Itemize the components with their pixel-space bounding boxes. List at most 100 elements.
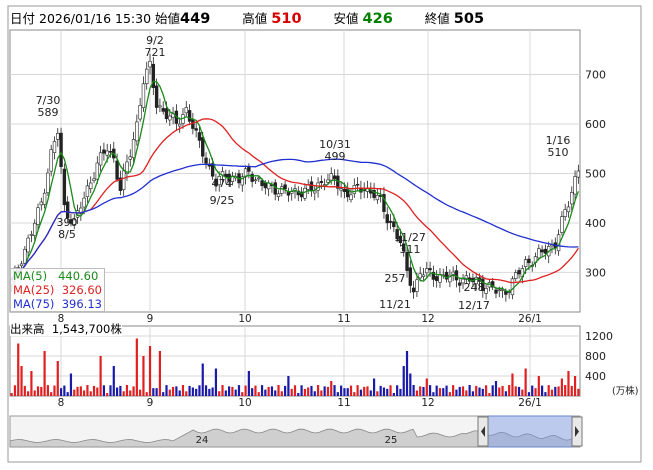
volume-bar [247, 371, 250, 396]
volume-bar [415, 390, 419, 396]
volume-bar [198, 385, 201, 396]
volume-bar [297, 392, 300, 396]
annotation-value: 311 [400, 243, 421, 256]
low-value: 426 [362, 11, 393, 27]
candle-up [514, 272, 518, 279]
volume-bar [340, 385, 343, 396]
volume-bar [96, 387, 99, 396]
candle-up [184, 107, 188, 114]
volume-bar [53, 385, 56, 396]
volume-bar [171, 386, 175, 396]
volume-bar [168, 389, 171, 396]
candle-down [102, 149, 106, 154]
navigator-window [487, 415, 573, 448]
volume-bar [504, 391, 507, 396]
candle-up [266, 182, 271, 190]
volume-bar [564, 385, 567, 396]
candle-down [210, 163, 215, 177]
candle-down [164, 108, 169, 120]
candle-up [56, 132, 60, 140]
volume-bar [13, 385, 17, 396]
volume-bar [251, 388, 254, 396]
y-tick-label: 700 [585, 69, 606, 82]
volume-bar [557, 386, 560, 396]
volume-bar [320, 390, 323, 396]
volume-bar [363, 386, 366, 396]
annotation-date: 11/21 [379, 298, 411, 311]
volume-bar [257, 392, 260, 396]
volume-bar [570, 385, 573, 396]
y-tick-label: 500 [585, 167, 606, 180]
candle-up [375, 195, 380, 201]
volume-bar [448, 392, 451, 396]
volume-bar [392, 392, 395, 396]
volume-bar [178, 390, 181, 396]
candle-down [201, 137, 205, 157]
close-label: 終値 [424, 11, 450, 26]
candle-up [85, 185, 90, 197]
volume-bar [290, 388, 293, 396]
volume-bar [366, 386, 369, 396]
volume-bar [419, 386, 422, 396]
volume-bar [468, 385, 471, 396]
candle-up [52, 141, 57, 153]
candle-up [95, 162, 100, 180]
x-tick-label: 26/1 [518, 313, 542, 325]
low-label: 安値 [333, 11, 359, 26]
volume-bar [544, 392, 547, 396]
vol-x-tick-label: 26/1 [518, 397, 542, 409]
volume-bar [491, 385, 494, 396]
volume-bar [277, 385, 280, 396]
candle-down [108, 151, 113, 153]
candle-up [415, 279, 419, 292]
volume-bar [270, 386, 274, 396]
volume-bar [461, 386, 465, 396]
volume-bar [69, 373, 73, 396]
volume-bar [422, 386, 425, 396]
candle-down [428, 268, 432, 271]
volume-bar [471, 391, 475, 396]
volume-bar [115, 387, 119, 396]
volume-bar [382, 387, 386, 396]
vol-unit-label: (万株) [612, 385, 638, 397]
volume-bar [372, 378, 376, 396]
vol-x-tick-label: 8 [58, 397, 65, 409]
volume-bar [293, 385, 297, 396]
date-label: 日付 [10, 11, 36, 26]
volume-bar [260, 385, 264, 396]
vol-x-tick-label: 12 [421, 397, 434, 409]
volume-bar [326, 386, 330, 396]
candle-up [148, 60, 152, 68]
candle-up [425, 268, 429, 274]
volume-bar [132, 386, 135, 396]
candle-down [388, 220, 393, 223]
annotation-date: 8/5 [58, 228, 76, 241]
candle-down [355, 183, 360, 186]
volume-bar [17, 343, 20, 396]
candle-down [187, 110, 192, 122]
volume-bar [333, 385, 336, 396]
candle-down [59, 132, 63, 167]
volume-bar [547, 385, 550, 396]
volume-bar [63, 385, 66, 396]
volume-bar [56, 361, 59, 396]
candle-down [319, 181, 324, 183]
candle-up [497, 289, 501, 292]
candle-up [451, 271, 455, 275]
volume-bar [488, 392, 491, 396]
volume-bar [425, 378, 428, 396]
candle-up [33, 222, 37, 236]
annotation-date: 9/25 [210, 194, 235, 207]
candle-up [82, 197, 86, 208]
candle-down [411, 287, 416, 293]
volume-bar [165, 385, 168, 396]
volume-bar [284, 385, 287, 396]
volume-bar [458, 386, 461, 396]
annotation-date: 12/17 [458, 299, 490, 312]
volume-label: 出来高 1,543,700株 [10, 322, 122, 336]
volume-bar [27, 391, 30, 396]
candle-down [194, 128, 198, 131]
volume-bar [376, 391, 379, 396]
x-tick-label: 11 [337, 313, 350, 325]
volume-bar [92, 385, 96, 396]
